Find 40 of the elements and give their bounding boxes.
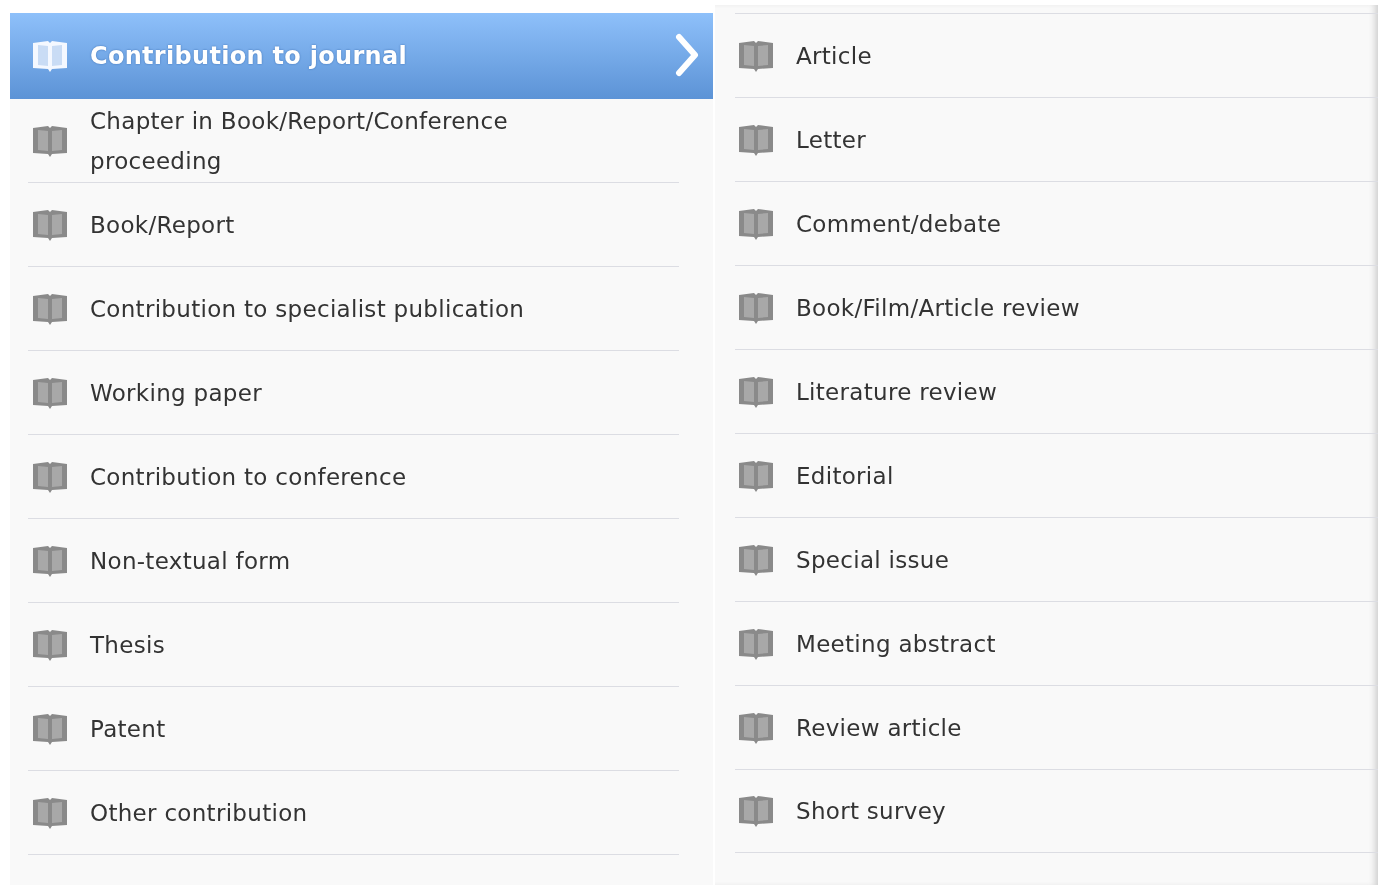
category-item[interactable]: Book/Report (10, 183, 713, 267)
book-icon (32, 376, 68, 410)
book-icon (738, 374, 774, 409)
book-icon (738, 710, 774, 745)
subtype-item[interactable]: Short survey (735, 769, 1378, 853)
subtype-item[interactable]: Meeting abstract (735, 601, 1378, 685)
category-item[interactable]: Other contribution (10, 771, 713, 855)
book-icon (32, 628, 68, 662)
chevron-icon (675, 33, 699, 77)
category-item[interactable]: Thesis (10, 603, 713, 687)
book-icon (738, 290, 774, 325)
subtype-item[interactable]: Letter (735, 97, 1378, 181)
category-item[interactable]: Chapter in Book/Report/Conference proceeding (10, 99, 713, 183)
book-icon (738, 626, 774, 661)
category-item[interactable]: Contribution to conference (10, 435, 713, 519)
book-icon (32, 796, 68, 830)
book-icon (738, 794, 774, 828)
book-icon (32, 292, 68, 326)
subtype-item[interactable]: Editorial (735, 433, 1378, 517)
category-item[interactable]: Non-textual form (10, 519, 713, 603)
subtype-item[interactable]: Comment/debate (735, 181, 1378, 265)
book-icon (32, 712, 68, 746)
book-icon (738, 38, 774, 73)
category-item[interactable]: Contribution to specialist publication (10, 267, 713, 351)
book-icon (32, 460, 68, 494)
subtype-item[interactable]: Book/Film/Article review (735, 265, 1378, 349)
subtype-item[interactable]: Review article (735, 685, 1378, 769)
book-icon (738, 458, 774, 493)
book-icon (738, 122, 774, 157)
category-item[interactable]: Patent (10, 687, 713, 771)
book-icon (32, 124, 68, 158)
subtype-item[interactable]: Article (735, 13, 1378, 97)
book-icon (738, 542, 774, 577)
book-icon (32, 39, 68, 73)
book-icon (32, 544, 68, 578)
subtype-item[interactable]: Special issue (735, 517, 1378, 601)
subtype-item[interactable]: Literature review (735, 349, 1378, 433)
book-icon (738, 206, 774, 241)
category-item[interactable]: Working paper (10, 351, 713, 435)
book-icon (32, 208, 68, 242)
